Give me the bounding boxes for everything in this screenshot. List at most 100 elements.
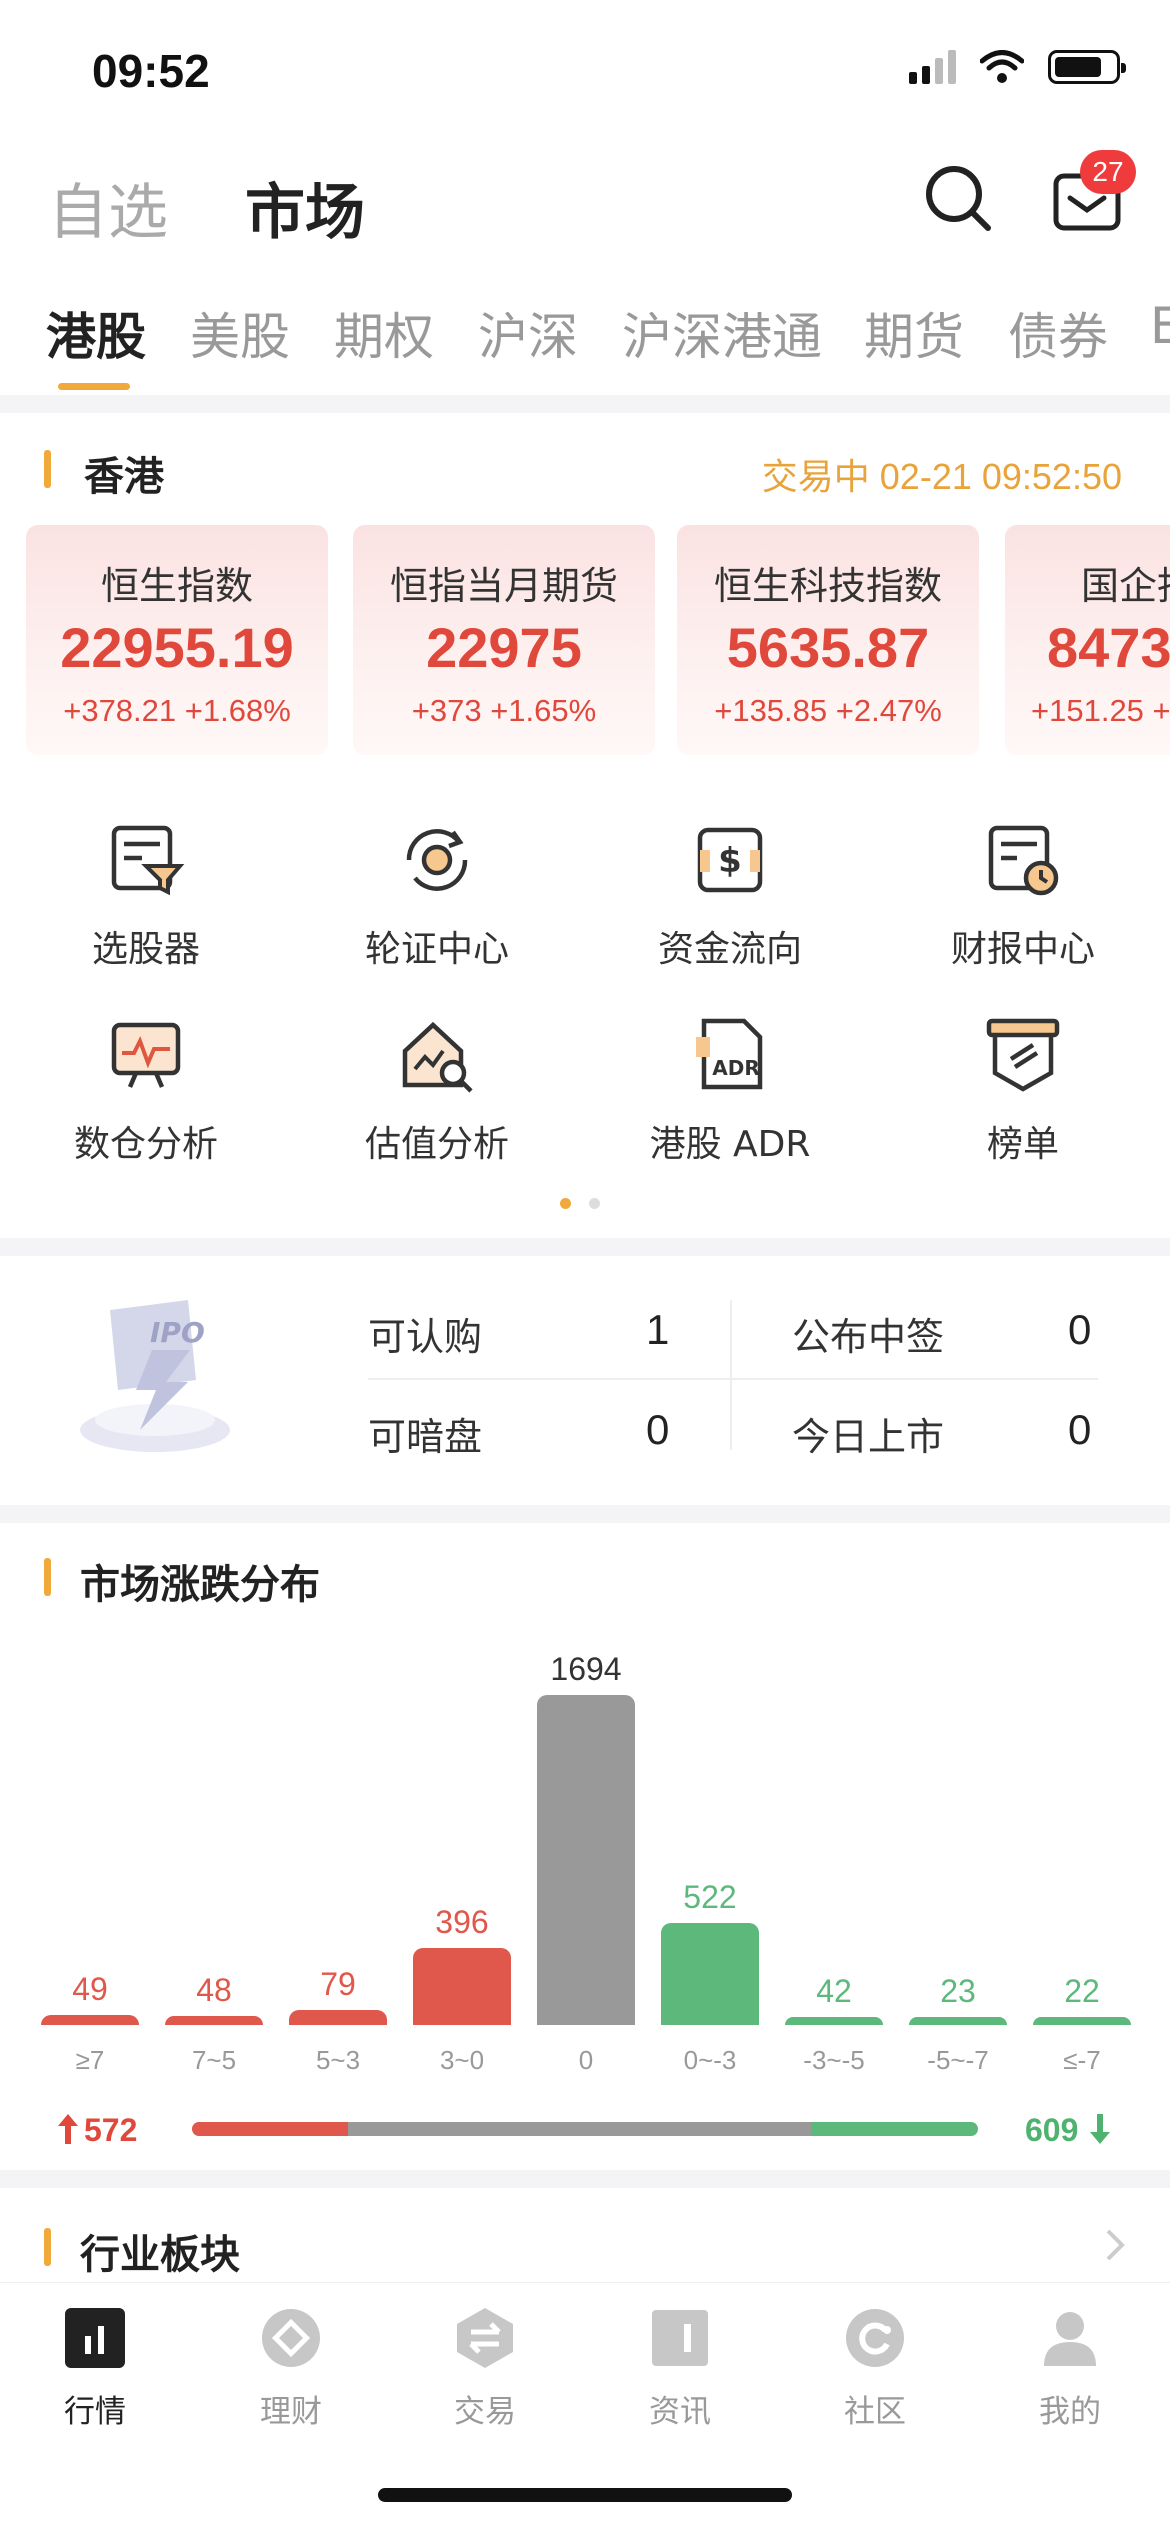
tab-more[interactable]: E: [1150, 297, 1170, 355]
tab-futures[interactable]: 期货: [864, 297, 964, 369]
distribution-category-label: 3~0: [439, 2045, 485, 2075]
tab-stock-connect[interactable]: 沪深港通: [622, 297, 822, 369]
distribution-category-label: -5~-7: [927, 2045, 989, 2075]
page-dot[interactable]: [589, 1198, 600, 1209]
arrow-up-icon: [58, 2114, 78, 2144]
section-marker: [44, 450, 51, 488]
index-card[interactable]: 恒生指数 22955.19 +378.21 +1.68%: [26, 525, 328, 755]
ratio-segment-down: [811, 2122, 978, 2136]
distribution-category-label: ≤-7: [1063, 2045, 1101, 2075]
industry-title[interactable]: 行业板块: [80, 2222, 240, 2280]
index-value: 8473: [1047, 616, 1170, 679]
index-card[interactable]: 国企指数 8473 +151.25 +: [1005, 525, 1170, 755]
cellular-signal-icon: [909, 50, 956, 84]
tab-watchlist[interactable]: 自选: [48, 164, 168, 251]
index-value: 22975: [426, 616, 582, 679]
wealth-icon: [262, 2309, 320, 2367]
hk-section-title: 香港: [84, 454, 164, 500]
index-value: 5635.87: [726, 616, 930, 679]
tab-hk-stocks[interactable]: 港股: [46, 297, 146, 369]
distribution-category-label: 7~5: [191, 2045, 237, 2075]
index-name: 恒生科技指数: [713, 564, 942, 608]
tool-valuation-analysis[interactable]: 估值分析: [307, 1015, 567, 1195]
nav-profile[interactable]: 我的: [975, 2308, 1165, 2448]
distribution-title: 市场涨跌分布: [80, 1562, 320, 1608]
tool-label: 数仓分析: [73, 1124, 218, 1165]
ipo-badge-text: IPO: [150, 1316, 205, 1349]
nav-news[interactable]: 资讯: [585, 2308, 775, 2448]
ipo-divider: [368, 1378, 1098, 1380]
community-icon: [846, 2309, 904, 2367]
index-card[interactable]: 恒指当月期货 22975 +373 +1.65%: [353, 525, 655, 755]
ratio-segment-flat: [348, 2122, 812, 2136]
trade-icon: [457, 2308, 513, 2368]
divider: [0, 2170, 1170, 2188]
tool-label: 资金流向: [657, 929, 802, 970]
tool-label: 港股 ADR: [649, 1124, 811, 1165]
distribution-bar-value: 49: [72, 1971, 108, 2007]
message-count-badge: 27: [1080, 150, 1136, 194]
index-card[interactable]: 恒生科技指数 5635.87 +135.85 +2.47%: [677, 525, 979, 755]
distribution-bar: [785, 2017, 883, 2025]
index-change: +373 +1.65%: [411, 693, 597, 728]
home-indicator[interactable]: [378, 2488, 792, 2502]
index-change: +135.85 +2.47%: [714, 693, 942, 728]
tool-capital-flow[interactable]: $ 资金流向: [600, 820, 860, 1000]
search-icon[interactable]: [922, 162, 994, 234]
svg-text:ADR: ADR: [712, 1056, 759, 1080]
nav-wealth[interactable]: 理财: [196, 2308, 386, 2448]
status-icons: [909, 50, 1126, 84]
tab-market[interactable]: 市场: [245, 164, 365, 251]
nav-label: 资讯: [649, 2394, 711, 2430]
index-name: 恒指当月期货: [389, 564, 618, 608]
index-name: 国企指数: [1081, 564, 1170, 608]
tool-ranking[interactable]: 榜单: [893, 1015, 1153, 1195]
market-tabs: 港股 美股 期权 沪深 沪深港通 期货 债券 E: [0, 285, 1170, 395]
status-time: 09:52: [92, 45, 210, 97]
ipo-listing-today-value: 0: [1068, 1406, 1092, 1453]
distribution-bar: [661, 1923, 759, 2025]
tool-hk-adr[interactable]: ADR 港股 ADR: [600, 1015, 860, 1195]
chevron-right-icon[interactable]: [1100, 2225, 1130, 2265]
distribution-category-label: 5~3: [315, 2045, 361, 2075]
distribution-bar: [1033, 2017, 1131, 2025]
distribution-category-label: -3~-5: [803, 2045, 865, 2075]
valuation-icon: [402, 1021, 473, 1093]
tab-us-stocks[interactable]: 美股: [190, 297, 290, 369]
distribution-bar-value: 23: [940, 1973, 976, 2009]
ipo-allotment-label[interactable]: 公布中签: [792, 1306, 944, 1361]
distribution-bar-value: 48: [196, 1972, 232, 2008]
tool-earnings-center[interactable]: 财报中心: [893, 820, 1153, 1000]
news-icon: [652, 2310, 708, 2366]
tool-position-analysis[interactable]: 数仓分析: [16, 1015, 276, 1195]
tab-options[interactable]: 期权: [334, 297, 434, 369]
distribution-bar-value: 396: [435, 1904, 489, 1940]
ipo-grey-market-label[interactable]: 可暗盘: [368, 1406, 482, 1461]
divider: [0, 1505, 1170, 1523]
earnings-icon: [988, 825, 1059, 896]
trade-status: 交易中 02-21 09:52:50: [761, 456, 1122, 497]
distribution-bar-value: 42: [816, 1973, 852, 2009]
page-indicator: [560, 1198, 600, 1209]
tool-label: 财报中心: [950, 929, 1095, 970]
up-down-ratio-bar: [192, 2122, 978, 2136]
nav-trade[interactable]: 交易: [390, 2308, 580, 2448]
distribution-category-label: ≥7: [75, 2045, 105, 2075]
distribution-bar: [413, 1948, 511, 2025]
tool-label: 估值分析: [364, 1124, 509, 1165]
index-cards: 恒生指数 22955.19 +378.21 +1.68% 恒指当月期货 2297…: [26, 525, 1170, 755]
ipo-listing-today-label[interactable]: 今日上市: [792, 1406, 944, 1461]
nav-label: 我的: [1039, 2394, 1101, 2430]
position-analysis-icon: [111, 1022, 181, 1088]
nav-market[interactable]: 行情: [0, 2308, 190, 2448]
distribution-category-label: 0: [578, 2045, 594, 2075]
section-marker: [44, 2228, 51, 2266]
ipo-subscribable-label[interactable]: 可认购: [368, 1306, 482, 1361]
tab-bonds[interactable]: 债券: [1008, 297, 1108, 369]
tab-shsz[interactable]: 沪深: [478, 297, 578, 369]
divider: [0, 395, 1170, 413]
index-name: 恒生指数: [100, 564, 253, 608]
tool-warrant-center[interactable]: 轮证中心: [307, 820, 567, 1000]
tool-stock-screener[interactable]: 选股器: [16, 820, 276, 1000]
nav-community[interactable]: 社区: [780, 2308, 970, 2448]
